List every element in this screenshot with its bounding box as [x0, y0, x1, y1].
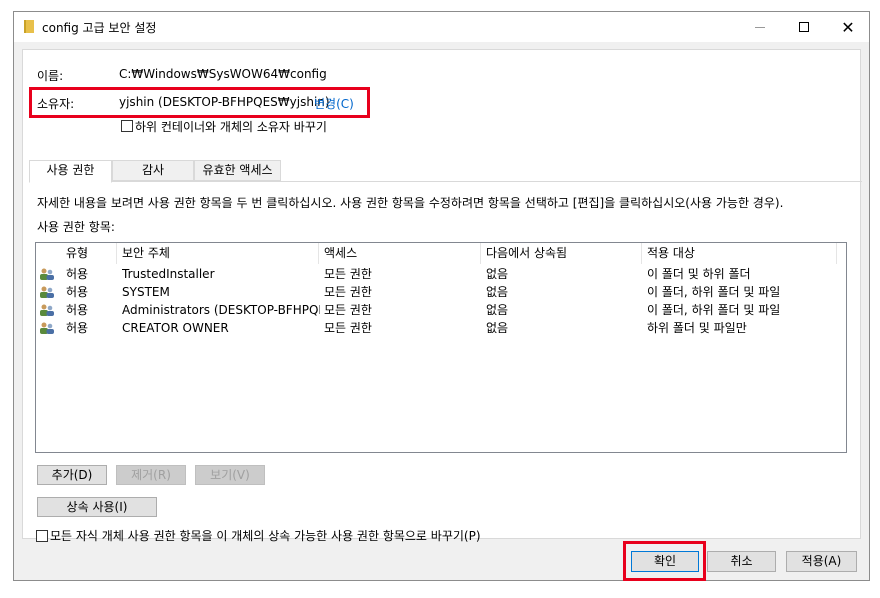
column-separator	[116, 243, 117, 264]
replace-child-permissions-label[interactable]: 모든 자식 개체 사용 권한 항목을 이 개체의 상속 가능한 사용 권한 항목…	[50, 527, 481, 544]
permission-entries-list[interactable]: 유형 보안 주체 액세스 다음에서 상속됨 적용 대상 허용 TrustedIn…	[35, 242, 847, 453]
column-header-applies-to[interactable]: 적용 대상	[647, 243, 695, 265]
row-type: 허용	[66, 267, 89, 281]
enable-inheritance-button[interactable]: 상속 사용(I)	[37, 497, 157, 517]
replace-child-permissions-checkbox[interactable]	[36, 530, 48, 542]
row-inherited: 없음	[486, 267, 509, 281]
row-applies: 이 폴더, 하위 폴더 및 파일	[647, 285, 781, 299]
ok-button[interactable]: 확인	[631, 551, 699, 572]
users-icon	[40, 268, 54, 280]
change-owner-link[interactable]: 변경(C)	[314, 95, 354, 112]
row-principal: TrustedInstaller	[122, 267, 215, 281]
name-label: 이름:	[37, 69, 64, 83]
remove-button[interactable]: 제거(R)	[116, 465, 186, 485]
table-row[interactable]: 허용 TrustedInstaller 모든 권한 없음 이 폴더 및 하위 폴…	[36, 265, 846, 283]
tab-auditing[interactable]: 감사	[112, 160, 194, 181]
name-value: C:₩Windows₩SysWOW64₩config	[119, 67, 327, 81]
row-applies: 이 폴더 및 하위 폴더	[647, 267, 751, 281]
row-inherited: 없음	[486, 285, 509, 299]
row-access: 모든 권한	[324, 303, 372, 317]
title-bar: config 고급 보안 설정 ✕	[14, 12, 869, 42]
column-header-type[interactable]: 유형	[66, 243, 88, 265]
description-text: 자세한 내용을 보려면 사용 권한 항목을 두 번 클릭하십시오. 사용 권한 …	[37, 196, 784, 210]
row-type: 허용	[66, 285, 89, 299]
advanced-security-window: config 고급 보안 설정 ✕ 이름: C:₩Windows₩SysWOW6…	[13, 11, 870, 581]
maximize-button[interactable]	[782, 12, 826, 42]
column-separator	[836, 243, 837, 264]
minimize-icon	[755, 26, 765, 28]
apply-button[interactable]: 적용(A)	[786, 551, 857, 572]
column-header-principal[interactable]: 보안 주체	[122, 243, 170, 265]
close-icon: ✕	[841, 17, 855, 37]
row-access: 모든 권한	[324, 267, 372, 281]
row-principal: Administrators (DESKTOP-BFHPQE...	[122, 303, 320, 317]
column-header-access[interactable]: 액세스	[324, 243, 357, 265]
table-row[interactable]: 허용 SYSTEM 모든 권한 없음 이 폴더, 하위 폴더 및 파일	[36, 283, 846, 301]
tab-divider	[37, 181, 862, 182]
row-applies: 하위 폴더 및 파일만	[647, 321, 747, 335]
column-separator	[480, 243, 481, 264]
tab-effective-access[interactable]: 유효한 액세스	[194, 160, 281, 181]
window-title: config 고급 보안 설정	[42, 21, 157, 35]
close-button[interactable]: ✕	[826, 12, 870, 42]
users-icon	[40, 286, 54, 298]
add-button[interactable]: 추가(D)	[37, 465, 107, 485]
folder-icon	[24, 20, 34, 33]
owner-label: 소유자:	[37, 97, 75, 111]
column-separator	[318, 243, 319, 264]
row-access: 모든 권한	[324, 321, 372, 335]
replace-owner-label[interactable]: 하위 컨테이너와 개체의 소유자 바꾸기	[135, 118, 327, 135]
users-icon	[40, 322, 54, 334]
replace-owner-checkbox[interactable]	[121, 120, 133, 132]
cancel-button[interactable]: 취소	[707, 551, 776, 572]
tab-permissions[interactable]: 사용 권한	[29, 160, 112, 183]
entries-label: 사용 권한 항목:	[37, 220, 115, 234]
column-header-inherited-from[interactable]: 다음에서 상속됨	[486, 243, 567, 265]
column-separator	[641, 243, 642, 264]
row-access: 모든 권한	[324, 285, 372, 299]
row-applies: 이 폴더, 하위 폴더 및 파일	[647, 303, 781, 317]
content-panel: 이름: C:₩Windows₩SysWOW64₩config 소유자: yjsh…	[22, 49, 862, 543]
row-inherited: 없음	[486, 321, 509, 335]
table-row[interactable]: 허용 CREATOR OWNER 모든 권한 없음 하위 폴더 및 파일만	[36, 319, 846, 337]
maximize-icon	[799, 22, 809, 32]
users-icon	[40, 304, 54, 316]
table-row[interactable]: 허용 Administrators (DESKTOP-BFHPQE... 모든 …	[36, 301, 846, 319]
row-principal: SYSTEM	[122, 285, 170, 299]
view-button[interactable]: 보기(V)	[195, 465, 265, 485]
row-inherited: 없음	[486, 303, 509, 317]
row-type: 허용	[66, 321, 89, 335]
minimize-button[interactable]	[738, 12, 782, 42]
row-type: 허용	[66, 303, 89, 317]
owner-value: yjshin (DESKTOP-BFHPQES₩yjshin)	[119, 95, 330, 109]
row-principal: CREATOR OWNER	[122, 321, 229, 335]
